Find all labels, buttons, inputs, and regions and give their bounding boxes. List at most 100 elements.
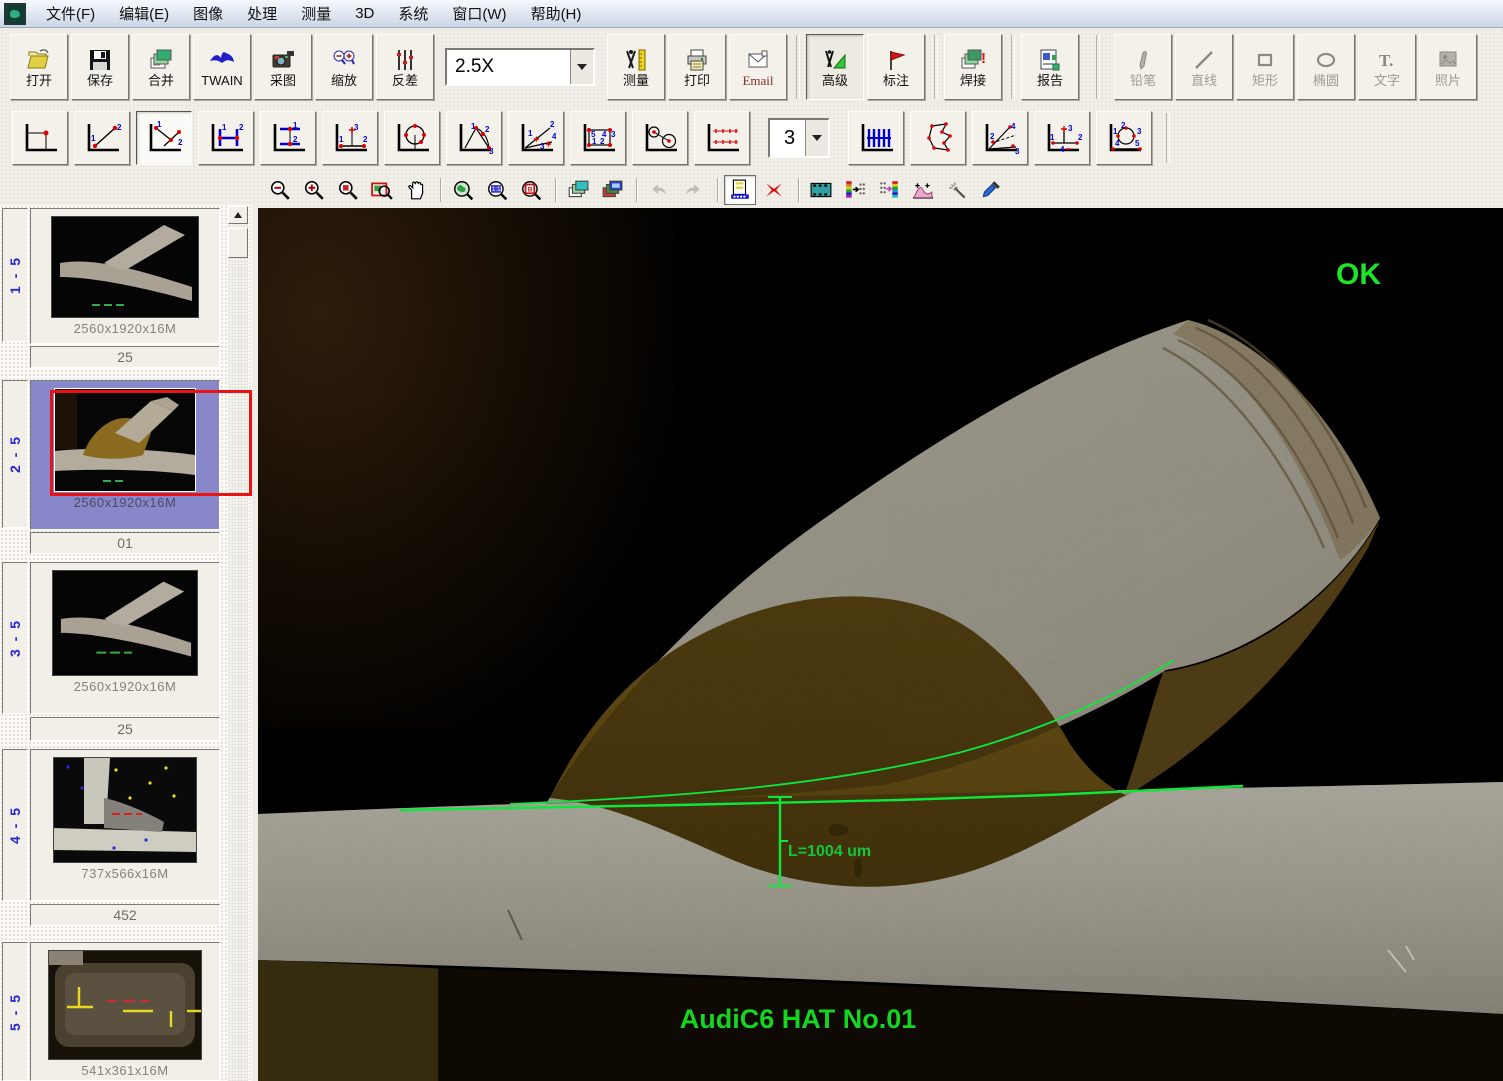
- zoom-marked-tool[interactable]: B: [515, 175, 547, 205]
- zoom-level-select[interactable]: 2.5X: [445, 48, 595, 86]
- svg-text:3: 3: [354, 123, 359, 132]
- menu-file[interactable]: 文件(F): [34, 0, 107, 27]
- pan-tool[interactable]: [400, 175, 432, 205]
- film-strip-tool[interactable]: [805, 175, 837, 205]
- line-2pt-tool[interactable]: 12: [74, 111, 130, 165]
- menu-system[interactable]: 系统: [386, 0, 440, 27]
- report-document-icon: [1037, 47, 1063, 73]
- two-circles-tool[interactable]: [632, 111, 688, 165]
- thumbnail-name-4[interactable]: 452: [30, 904, 220, 926]
- menu-help[interactable]: 帮助(H): [519, 0, 594, 27]
- pan-hand-icon: [405, 179, 427, 201]
- rectangle-5pt-tool[interactable]: 54312: [570, 111, 626, 165]
- comb-spacing-tool[interactable]: [848, 111, 904, 165]
- contrast-button[interactable]: 反差: [376, 34, 434, 100]
- save-button[interactable]: 保存: [71, 34, 129, 100]
- angle-4pt-tool[interactable]: 1234: [508, 111, 564, 165]
- thumbnail-item-4[interactable]: 737x566x16M: [30, 749, 220, 901]
- point-measure-tool[interactable]: [12, 111, 68, 165]
- print-button[interactable]: 打印: [668, 34, 726, 100]
- thumbnail-item-3[interactable]: 2560x1920x16M: [30, 562, 220, 714]
- scrollbar-thumb[interactable]: [228, 228, 248, 258]
- t-distance-icon: 3124: [1042, 121, 1082, 155]
- caliper-ruler-icon: [623, 47, 649, 73]
- thumbnail-item-1[interactable]: 2560x1920x16M: [30, 208, 220, 344]
- sidebar-scrollbar[interactable]: [228, 206, 248, 1081]
- angle-dashed-tool[interactable]: 423: [972, 111, 1028, 165]
- thumbnail-name-3[interactable]: 25: [30, 717, 220, 741]
- scrollbar-up-button[interactable]: [228, 206, 248, 224]
- status-ok-label: OK: [1336, 258, 1381, 291]
- advanced-button[interactable]: 高级: [806, 34, 864, 100]
- undo-tool[interactable]: [643, 175, 675, 205]
- zoom-in-tool[interactable]: [298, 175, 330, 205]
- ellipse-button[interactable]: 椭圆: [1297, 34, 1355, 100]
- binarize-tool[interactable]: [873, 175, 905, 205]
- pencil-button[interactable]: 铅笔: [1114, 34, 1172, 100]
- menu-3d[interactable]: 3D: [343, 2, 386, 25]
- image-viewer-canvas[interactable]: L=1004 um OK AudiC6 HAT No.01: [258, 208, 1503, 1081]
- twain-button[interactable]: TWAIN: [193, 34, 251, 100]
- horizontal-distance-tool[interactable]: 12: [198, 111, 254, 165]
- measure-button-label: 测量: [623, 74, 649, 88]
- circle-measure-tool[interactable]: [384, 111, 440, 165]
- zoom-out-tool[interactable]: [264, 175, 296, 205]
- cross-lines-tool[interactable]: 12: [136, 111, 192, 165]
- comb-spacing-icon: [856, 121, 896, 155]
- line-button[interactable]: 直线: [1175, 34, 1233, 100]
- angle-dashed-icon: 423: [980, 121, 1020, 155]
- open-button-label: 打开: [26, 74, 52, 88]
- email-button[interactable]: Email: [729, 34, 787, 100]
- photo-button[interactable]: 照片: [1419, 34, 1477, 100]
- chevron-down-icon: [812, 135, 822, 141]
- toolbar-separator: [1096, 35, 1100, 99]
- annotate-button[interactable]: 标注: [867, 34, 925, 100]
- duplicate-image-tool[interactable]: [562, 175, 594, 205]
- arc-3pt-tool[interactable]: 123: [446, 111, 502, 165]
- duplicate-window-tool[interactable]: [596, 175, 628, 205]
- save-button-label: 保存: [87, 74, 113, 88]
- point-count-arrow-button[interactable]: [805, 120, 828, 156]
- zoom-actual-tool[interactable]: 1:1: [481, 175, 513, 205]
- menu-image[interactable]: 图像: [181, 0, 235, 27]
- merge-button[interactable]: 合并: [132, 34, 190, 100]
- circle-on-base-tool[interactable]: 21345: [1096, 111, 1152, 165]
- redo-icon: [682, 179, 704, 201]
- menu-process[interactable]: 处理: [235, 0, 289, 27]
- menu-window[interactable]: 窗口(W): [440, 0, 518, 27]
- zoom-full-tool[interactable]: [447, 175, 479, 205]
- zoom-button[interactable]: 缩放: [315, 34, 373, 100]
- redo-tool[interactable]: [677, 175, 709, 205]
- thumbnail-item-5[interactable]: 541x361x16M: [30, 942, 220, 1081]
- point-count-select[interactable]: 3: [768, 118, 830, 158]
- t-distance-tool[interactable]: 3124: [1034, 111, 1090, 165]
- measure-report-tool[interactable]: [724, 175, 756, 205]
- menu-measure[interactable]: 测量: [289, 0, 343, 27]
- measure-button[interactable]: 测量: [607, 34, 665, 100]
- photo-icon: [1435, 47, 1461, 73]
- menu-edit[interactable]: 编辑(E): [107, 0, 181, 27]
- weld-button[interactable]: ! 焊接: [944, 34, 1002, 100]
- histogram-tool[interactable]: [907, 175, 939, 205]
- point-to-line-tool[interactable]: 312: [322, 111, 378, 165]
- capture-button[interactable]: 采图: [254, 34, 312, 100]
- zoom-region-tool[interactable]: [332, 175, 364, 205]
- zoom-fit-tool[interactable]: [366, 175, 398, 205]
- report-button[interactable]: 报告: [1021, 34, 1079, 100]
- magic-wand-tool[interactable]: [941, 175, 973, 205]
- delete-measure-tool[interactable]: [758, 175, 790, 205]
- polygon-measure-tool[interactable]: [910, 111, 966, 165]
- app-icon[interactable]: [4, 3, 26, 25]
- camera-icon: [270, 47, 296, 73]
- rectangle-button[interactable]: 矩形: [1236, 34, 1294, 100]
- multi-point-row-tool[interactable]: [694, 111, 750, 165]
- svg-text:2: 2: [550, 121, 555, 129]
- open-button[interactable]: 打开: [10, 34, 68, 100]
- text-button[interactable]: T. 文字: [1358, 34, 1416, 100]
- zoom-level-arrow-button[interactable]: [570, 50, 593, 84]
- color-picker-tool[interactable]: [975, 175, 1007, 205]
- palette-convert-tool[interactable]: [839, 175, 871, 205]
- vertical-distance-tool[interactable]: 12: [260, 111, 316, 165]
- thumbnail-name-2[interactable]: 01: [30, 532, 220, 554]
- thumbnail-name-1[interactable]: 25: [30, 346, 220, 368]
